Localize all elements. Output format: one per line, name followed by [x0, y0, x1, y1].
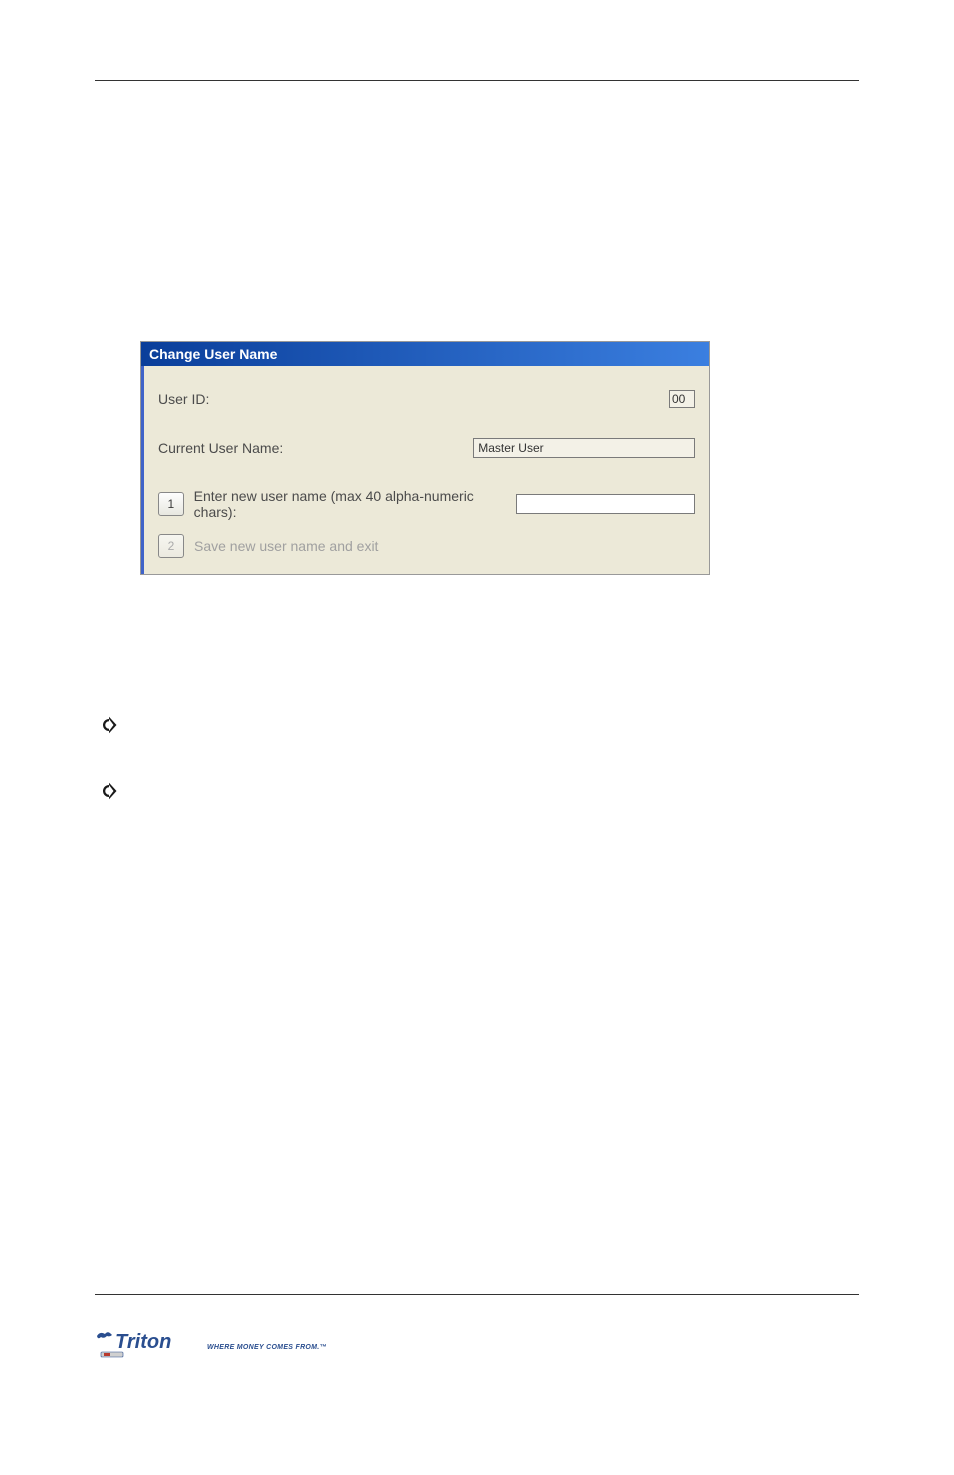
dialog-title: Change User Name	[141, 342, 709, 366]
option-1-label: Enter new user name (max 40 alpha-numeri…	[194, 488, 516, 520]
bullet-item	[100, 715, 859, 735]
current-user-label: Current User Name:	[158, 440, 283, 456]
top-divider	[95, 80, 859, 81]
new-user-name-field[interactable]	[516, 494, 695, 514]
option-1-button[interactable]: 1	[158, 492, 184, 516]
bullet-list	[100, 715, 859, 801]
current-user-field[interactable]	[473, 438, 695, 458]
option-1-row: 1 Enter new user name (max 40 alpha-nume…	[158, 488, 695, 520]
bottom-divider	[95, 1294, 859, 1295]
option-2-button: 2	[158, 534, 184, 558]
user-id-row: User ID:	[158, 390, 695, 408]
change-user-name-dialog: Change User Name User ID: Current User N…	[140, 341, 710, 575]
bullet-item	[100, 781, 859, 801]
logo-text: Triton	[115, 1331, 171, 1353]
logo-tagline: WHERE MONEY COMES FROM.™	[207, 1344, 327, 1351]
dialog-body: User ID: Current User Name: 1 Enter new …	[141, 366, 709, 574]
arrow-right-icon	[100, 782, 118, 800]
option-2-row: 2 Save new user name and exit	[158, 534, 695, 558]
triton-logo: Triton WHERE MONEY COMES FROM.™	[95, 1328, 327, 1360]
current-user-row: Current User Name:	[158, 438, 695, 458]
option-2-label: Save new user name and exit	[194, 538, 378, 554]
user-id-field[interactable]	[669, 390, 695, 408]
user-id-label: User ID:	[158, 391, 209, 407]
arrow-right-icon	[100, 716, 118, 734]
